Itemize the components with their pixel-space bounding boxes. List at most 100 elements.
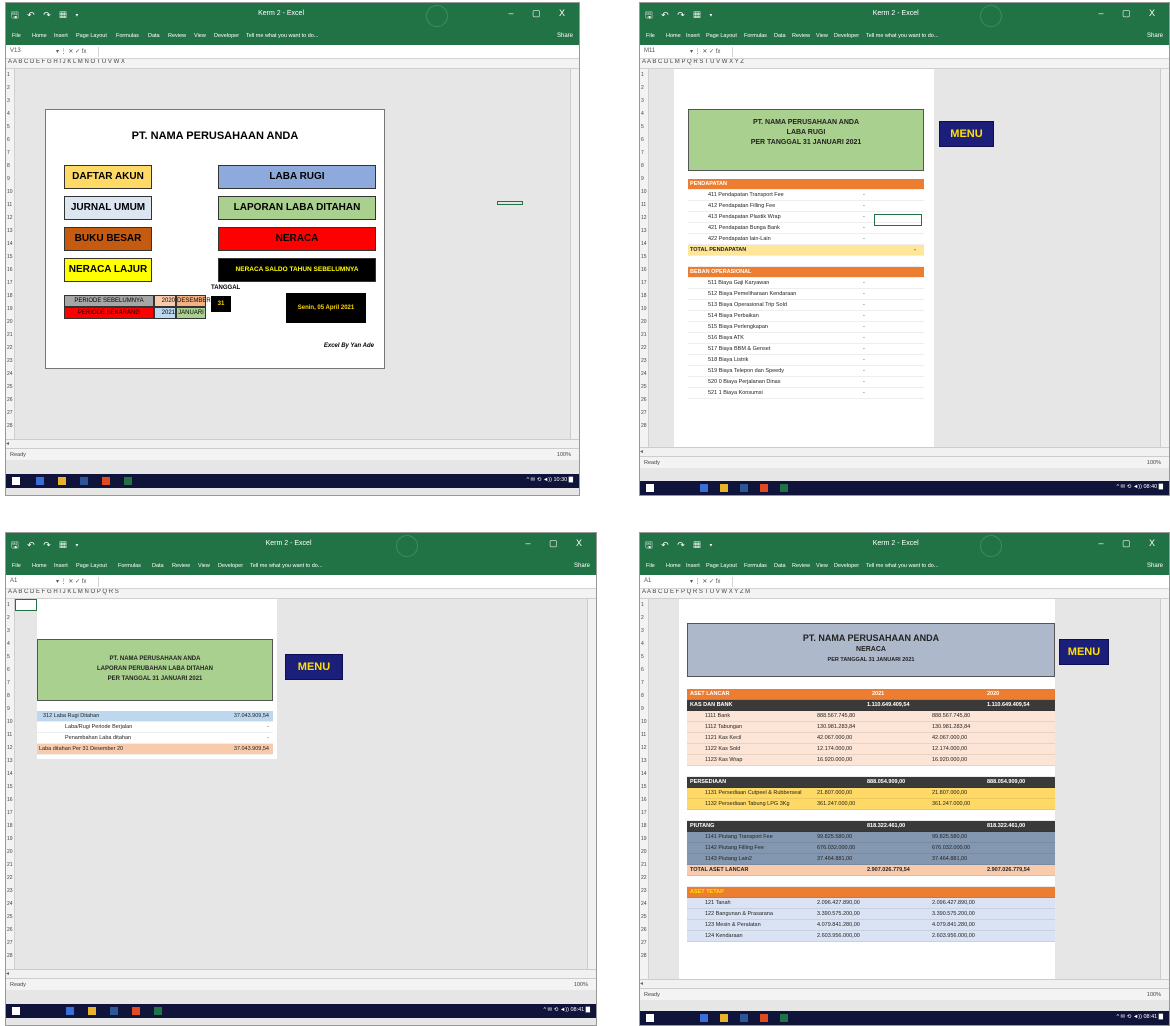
row-number[interactable]: 11	[7, 729, 14, 742]
formula-input[interactable]	[98, 577, 592, 587]
word-icon[interactable]	[80, 477, 88, 485]
vertical-scrollbar[interactable]	[587, 599, 596, 969]
tab-developer[interactable]: Developer	[834, 33, 859, 39]
horizontal-scrollbar[interactable]: ◂	[640, 979, 1169, 988]
row-number[interactable]: 12	[7, 212, 14, 225]
tab-insert[interactable]: Insert	[686, 33, 700, 39]
row-number[interactable]: 19	[7, 303, 14, 316]
folder-icon[interactable]	[88, 1007, 96, 1015]
vertical-scrollbar[interactable]	[1160, 69, 1169, 447]
row-number[interactable]: 7	[7, 147, 14, 160]
tab-home[interactable]: Home	[32, 33, 47, 39]
row-number[interactable]: 25	[641, 911, 648, 924]
row-number[interactable]: 10	[641, 186, 648, 199]
excel-icon[interactable]	[780, 484, 788, 492]
row-number[interactable]: 17	[7, 807, 14, 820]
row-number[interactable]: 12	[7, 742, 14, 755]
row-number[interactable]: 4	[7, 638, 14, 651]
row-number[interactable]: 9	[7, 173, 14, 186]
row-number[interactable]: 5	[7, 651, 14, 664]
tab-page-layout[interactable]: Page Layout	[706, 563, 737, 569]
fx-icon[interactable]: ▾ ⋮ ✕ ✓ fx	[690, 48, 720, 55]
browser-icon[interactable]	[760, 1014, 768, 1022]
tab-formulas[interactable]: Formulas	[118, 563, 141, 569]
name-box[interactable]: A1	[10, 578, 17, 584]
menu-button[interactable]: MENU	[939, 121, 994, 147]
app-icon[interactable]	[700, 1014, 708, 1022]
tab-data[interactable]: Data	[774, 563, 786, 569]
tell-me-box[interactable]: Tell me what you want to do...	[866, 563, 938, 569]
row-number[interactable]: 17	[641, 807, 648, 820]
row-number[interactable]: 3	[641, 95, 648, 108]
row-number[interactable]: 16	[641, 264, 648, 277]
horizontal-scrollbar[interactable]: ◂	[640, 447, 1169, 456]
row-number[interactable]: 4	[641, 108, 648, 121]
folder-icon[interactable]	[720, 1014, 728, 1022]
row-number[interactable]: 28	[7, 950, 14, 963]
window-controls[interactable]: – ▢ X	[525, 538, 590, 549]
row-number[interactable]: 13	[641, 755, 648, 768]
sheet-grid[interactable]: PT. NAMA PERUSAHAAN ANDA NERACA PER TANG…	[649, 599, 1160, 979]
row-number[interactable]: 1	[7, 69, 14, 82]
row-number[interactable]: 11	[641, 199, 648, 212]
menu-button-buku-besar[interactable]: BUKU BESAR	[64, 227, 152, 251]
share-button[interactable]: Share	[1147, 33, 1163, 39]
menu-button-neraca-saldo-tahun-sebelumnya[interactable]: NERACA SALDO TAHUN SEBELUMNYA	[218, 258, 376, 282]
row-number[interactable]: 20	[641, 316, 648, 329]
row-number[interactable]: 22	[7, 872, 14, 885]
row-number[interactable]: 27	[641, 937, 648, 950]
row-number[interactable]: 27	[7, 407, 14, 420]
sheet-grid[interactable]: PT. NAMA PERUSAHAAN ANDA DAFTAR AKUN JURN…	[15, 69, 570, 439]
quick-access-toolbar[interactable]: 🖫 ↶ ↷ ▦ ▾	[645, 8, 716, 24]
start-icon[interactable]	[12, 477, 20, 485]
row-number[interactable]: 16	[7, 264, 14, 277]
row-number[interactable]: 15	[641, 251, 648, 264]
row-number[interactable]: 6	[7, 664, 14, 677]
fx-icon[interactable]: ▾ ⋮ ✕ ✓ fx	[690, 578, 720, 585]
tell-me-box[interactable]: Tell me what you want to do...	[250, 563, 322, 569]
fx-icon[interactable]: ▾ ⋮ ✕ ✓ fx	[56, 578, 86, 585]
app-icon[interactable]	[700, 484, 708, 492]
menu-button-jurnal-umum[interactable]: JURNAL UMUM	[64, 196, 152, 220]
tab-formulas[interactable]: Formulas	[744, 33, 767, 39]
window-controls[interactable]: – ▢ X	[1098, 538, 1163, 549]
row-number[interactable]: 8	[641, 160, 648, 173]
zoom-level[interactable]: 100%	[574, 982, 588, 988]
browser-icon[interactable]	[132, 1007, 140, 1015]
row-number[interactable]: 12	[641, 742, 648, 755]
menu-button-laba-rugi[interactable]: LABA RUGI	[218, 165, 376, 189]
tab-insert[interactable]: Insert	[54, 33, 68, 39]
row-number[interactable]: 28	[641, 950, 648, 963]
menu-button-laporan-laba-ditahan[interactable]: LAPORAN LABA DITAHAN	[218, 196, 376, 220]
sheet-grid[interactable]: PT. NAMA PERUSAHAAN ANDA LAPORAN PERUBAH…	[15, 599, 587, 969]
row-number[interactable]: 20	[7, 316, 14, 329]
tab-formulas[interactable]: Formulas	[116, 33, 139, 39]
row-number[interactable]: 22	[641, 342, 648, 355]
row-number[interactable]: 23	[7, 885, 14, 898]
formula-input[interactable]	[98, 47, 575, 57]
menu-button[interactable]: MENU	[1059, 639, 1109, 665]
row-number[interactable]: 6	[641, 664, 648, 677]
row-number[interactable]: 2	[7, 82, 14, 95]
row-number[interactable]: 21	[641, 859, 648, 872]
row-number[interactable]: 4	[7, 108, 14, 121]
row-number[interactable]: 1	[7, 599, 14, 612]
quick-access-toolbar[interactable]: 🖫 ↶ ↷ ▦ ▾	[645, 538, 716, 554]
row-number[interactable]: 18	[7, 820, 14, 833]
row-number[interactable]: 2	[641, 612, 648, 625]
row-number[interactable]: 10	[641, 716, 648, 729]
vertical-scrollbar[interactable]	[1160, 599, 1169, 979]
selected-cell[interactable]	[15, 599, 37, 611]
row-number[interactable]: 3	[7, 625, 14, 638]
browser-icon[interactable]	[102, 477, 110, 485]
row-number[interactable]: 22	[7, 342, 14, 355]
row-number[interactable]: 5	[641, 121, 648, 134]
excel-icon[interactable]	[154, 1007, 162, 1015]
zoom-level[interactable]: 100%	[1147, 460, 1161, 466]
name-box[interactable]: A1	[644, 578, 651, 584]
row-number[interactable]: 21	[641, 329, 648, 342]
row-number[interactable]: 8	[641, 690, 648, 703]
row-number[interactable]: 20	[641, 846, 648, 859]
row-number[interactable]: 19	[641, 833, 648, 846]
row-number[interactable]: 26	[641, 394, 648, 407]
